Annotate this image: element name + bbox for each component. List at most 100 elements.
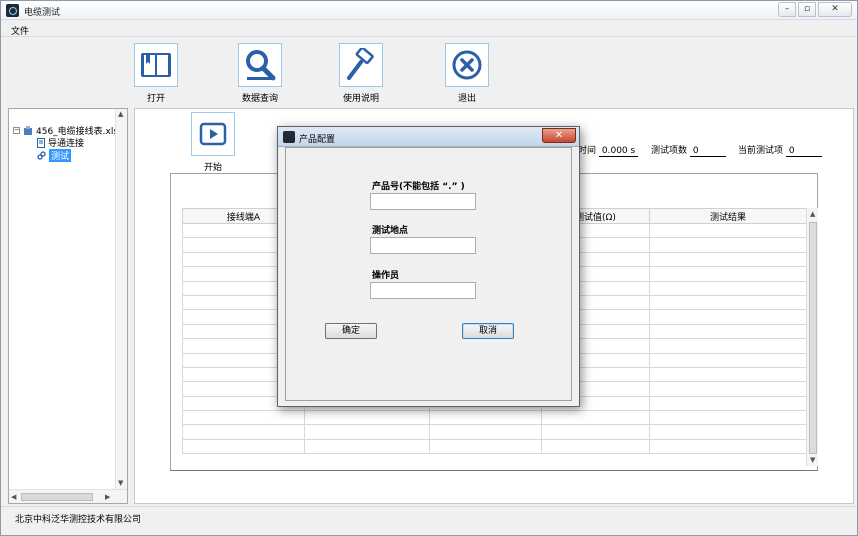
elapsed-time: 时间 0.000 s bbox=[578, 143, 639, 157]
table-cell[interactable] bbox=[429, 424, 542, 440]
count-label: 测试项数 bbox=[651, 146, 688, 156]
file-tree: − 456_电缆接线表.xlsx 导通连接 测试 ▲ ▼ ◀ ▶ bbox=[8, 108, 128, 504]
table-cell[interactable] bbox=[649, 309, 807, 325]
company-name: 北京中科泛华测控技术有限公司 bbox=[15, 515, 142, 525]
test-location-input[interactable] bbox=[370, 237, 476, 254]
gavel-icon bbox=[339, 43, 383, 87]
time-label: 时间 bbox=[578, 146, 597, 156]
page-icon bbox=[37, 137, 45, 148]
exit-x-icon bbox=[445, 43, 489, 87]
table-cell[interactable] bbox=[304, 438, 430, 455]
table-cell[interactable] bbox=[541, 424, 650, 440]
ok-button[interactable]: 确定 bbox=[325, 323, 377, 339]
collapse-icon[interactable]: − bbox=[13, 127, 20, 134]
play-icon bbox=[191, 112, 235, 156]
current-item: 当前测试项 0 bbox=[738, 143, 822, 157]
exit-label: 退出 bbox=[457, 94, 476, 104]
dialog-title: 产品配置 bbox=[299, 135, 336, 145]
time-value: 0.000 s bbox=[598, 146, 639, 157]
table-cell[interactable] bbox=[649, 410, 807, 426]
start-button[interactable]: 开始 bbox=[183, 112, 243, 173]
data-query-button[interactable]: 数据查询 bbox=[230, 43, 290, 104]
status-bar: 北京中科泛华测控技术有限公司 bbox=[1, 506, 857, 535]
operator-label: 操作员 bbox=[372, 271, 400, 281]
table-cell[interactable] bbox=[429, 438, 542, 455]
product-config-dialog: 产品配置 ✕ 产品号(不能包括 “.” ) 测试地点 操作员 确定 取消 bbox=[277, 126, 580, 407]
menu-bar: 文件 bbox=[1, 21, 857, 37]
open-book-icon bbox=[134, 43, 178, 87]
table-vertical-scrollbar[interactable]: ▲ ▼ bbox=[806, 208, 818, 466]
excel-file-icon bbox=[24, 125, 32, 135]
table-row[interactable] bbox=[182, 438, 807, 455]
table-cell[interactable] bbox=[649, 280, 807, 296]
manual-button[interactable]: 使用说明 bbox=[331, 43, 391, 104]
exit-button[interactable]: 退出 bbox=[437, 43, 497, 104]
item-count: 测试项数 0 bbox=[651, 143, 726, 157]
table-cell[interactable] bbox=[649, 395, 807, 412]
open-label: 打开 bbox=[146, 94, 165, 104]
menu-file[interactable]: 文件 bbox=[7, 23, 33, 38]
table-cell[interactable] bbox=[429, 410, 542, 426]
table-cell[interactable] bbox=[649, 381, 807, 397]
title-bar: 电缆测试 – ▫ ✕ bbox=[1, 1, 857, 20]
maximize-button[interactable]: ▫ bbox=[798, 2, 816, 17]
table-cell[interactable] bbox=[304, 410, 430, 426]
table-scroll-thumb[interactable] bbox=[809, 222, 817, 454]
table-cell[interactable] bbox=[649, 294, 807, 311]
table-cell[interactable] bbox=[649, 266, 807, 282]
scroll-up-icon[interactable]: ▲ bbox=[118, 110, 123, 118]
table-cell[interactable] bbox=[182, 410, 305, 426]
dialog-close-button[interactable]: ✕ bbox=[542, 128, 576, 143]
table-cell[interactable] bbox=[182, 438, 305, 455]
tree-conduction-label: 导通连接 bbox=[48, 139, 85, 149]
app-icon bbox=[6, 4, 19, 17]
scroll-left-icon[interactable]: ◀ bbox=[11, 493, 16, 501]
open-button[interactable]: 打开 bbox=[126, 43, 186, 104]
current-label: 当前测试项 bbox=[738, 146, 784, 156]
table-row[interactable] bbox=[182, 410, 807, 426]
link-icon bbox=[37, 151, 46, 160]
scroll-down-icon[interactable]: ▼ bbox=[810, 456, 815, 464]
table-cell[interactable] bbox=[304, 424, 430, 440]
magnifier-icon bbox=[238, 43, 282, 87]
data-query-label: 数据查询 bbox=[241, 94, 278, 104]
table-cell[interactable] bbox=[541, 438, 650, 455]
table-cell[interactable] bbox=[649, 222, 807, 239]
scroll-right-icon[interactable]: ▶ bbox=[105, 493, 110, 501]
start-label: 开始 bbox=[203, 163, 222, 173]
tree-vertical-scrollbar[interactable]: ▲ ▼ bbox=[115, 109, 127, 489]
table-cell[interactable] bbox=[649, 424, 807, 440]
tree-test-label: 测试 bbox=[49, 149, 72, 162]
close-window-button[interactable]: ✕ bbox=[818, 2, 852, 17]
table-row[interactable] bbox=[182, 424, 807, 440]
product-number-label: 产品号(不能包括 “.” ) bbox=[372, 182, 465, 192]
dialog-app-icon bbox=[283, 131, 295, 143]
table-cell[interactable] bbox=[649, 438, 807, 455]
current-value: 0 bbox=[785, 146, 822, 157]
table-cell[interactable] bbox=[649, 352, 807, 368]
manual-label: 使用说明 bbox=[342, 94, 379, 104]
test-location-label: 测试地点 bbox=[372, 226, 409, 236]
operator-input[interactable] bbox=[370, 282, 476, 299]
table-cell[interactable] bbox=[649, 338, 807, 354]
tree-item-conduction[interactable]: 导通连接 bbox=[37, 136, 84, 149]
dialog-body: 产品号(不能包括 “.” ) 测试地点 操作员 确定 取消 bbox=[285, 147, 572, 401]
scroll-up-icon[interactable]: ▲ bbox=[810, 210, 815, 218]
column-header: 测试结果 bbox=[649, 208, 807, 224]
tree-horizontal-scrollbar[interactable]: ◀ ▶ bbox=[9, 489, 127, 503]
table-cell[interactable] bbox=[182, 424, 305, 440]
count-value: 0 bbox=[689, 146, 726, 157]
scroll-down-icon[interactable]: ▼ bbox=[118, 479, 123, 487]
cancel-button[interactable]: 取消 bbox=[462, 323, 514, 339]
tree-item-test[interactable]: 测试 bbox=[37, 149, 72, 162]
table-cell[interactable] bbox=[649, 366, 807, 383]
dialog-title-bar: 产品配置 ✕ bbox=[278, 127, 579, 147]
window-title: 电缆测试 bbox=[24, 8, 61, 18]
table-cell[interactable] bbox=[649, 323, 807, 340]
table-cell[interactable] bbox=[649, 251, 807, 268]
tree-scroll-thumb[interactable] bbox=[21, 493, 93, 501]
table-cell[interactable] bbox=[649, 237, 807, 253]
table-cell[interactable] bbox=[541, 410, 650, 426]
product-number-input[interactable] bbox=[370, 193, 476, 210]
minimize-button[interactable]: – bbox=[778, 2, 796, 17]
